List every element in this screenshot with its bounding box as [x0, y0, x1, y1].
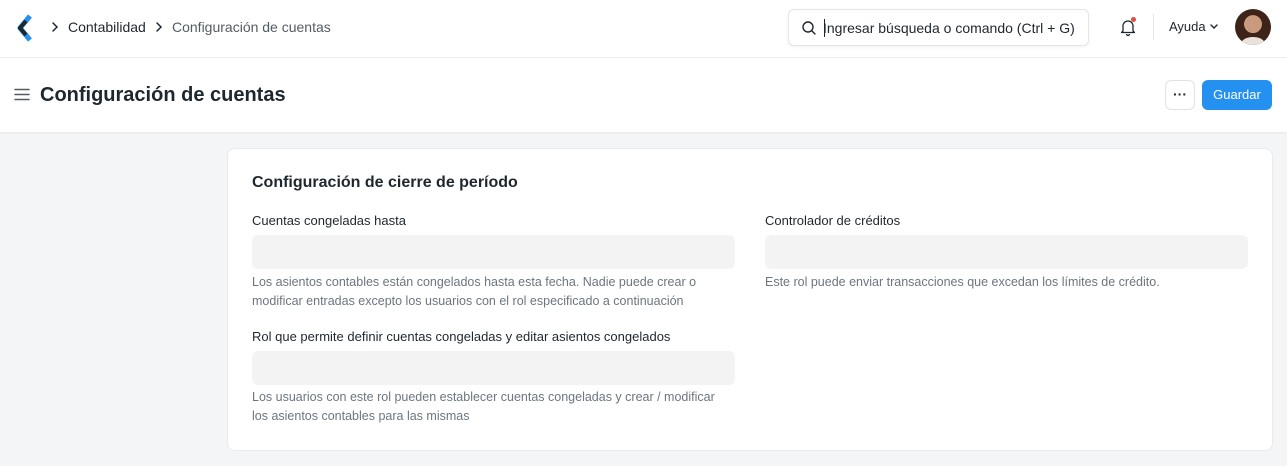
- page-title: Configuración de cuentas: [40, 84, 286, 106]
- breadcrumb-accounting[interactable]: Contabilidad: [68, 18, 146, 36]
- sidebar-toggle-icon[interactable]: [14, 88, 30, 101]
- frozen-until-input[interactable]: [252, 235, 735, 269]
- field-label-credit-controller: Controlador de créditos: [765, 213, 901, 228]
- save-button[interactable]: Guardar: [1202, 80, 1272, 110]
- help-dropdown[interactable]: Ayuda: [1169, 19, 1206, 35]
- field-label-frozen-role: Rol que permite definir cuentas congelad…: [252, 329, 671, 344]
- credit-controller-input[interactable]: [765, 235, 1248, 269]
- search-bar[interactable]: [788, 9, 1089, 46]
- section-title: Configuración de cierre de período: [252, 174, 518, 191]
- search-icon: [802, 21, 816, 35]
- chevron-right-icon: [52, 22, 59, 32]
- notification-dot: [1131, 17, 1136, 22]
- chevron-down-icon[interactable]: [1209, 23, 1219, 31]
- user-avatar[interactable]: [1235, 9, 1271, 45]
- chevron-right-icon: [156, 22, 163, 32]
- search-input[interactable]: [823, 17, 1079, 39]
- breadcrumb-accounts-settings[interactable]: Configuración de cuentas: [172, 18, 331, 36]
- form-card: Configuración de cierre de período Cuent…: [227, 148, 1273, 451]
- field-description-frozen-until: Los asientos contables están congelados …: [252, 275, 697, 308]
- text-cursor: [824, 19, 825, 37]
- field-label-frozen-until: Cuentas congeladas hasta: [252, 213, 406, 228]
- more-actions-button[interactable]: ···: [1165, 80, 1195, 110]
- app-logo-icon[interactable]: [16, 14, 34, 42]
- page-header: Configuración de cuentas ··· Guardar: [0, 58, 1287, 132]
- navbar-divider: [1153, 14, 1154, 40]
- top-navbar: Contabilidad Configuración de cuentas Ay…: [0, 0, 1287, 58]
- field-description-frozen-role: Los usuarios con este rol pueden estable…: [252, 390, 715, 423]
- field-description-credit-controller: Este rol puede enviar transacciones que …: [765, 275, 1160, 289]
- avatar-shoulder: [1241, 37, 1265, 45]
- frozen-accounts-role-input[interactable]: [252, 351, 735, 385]
